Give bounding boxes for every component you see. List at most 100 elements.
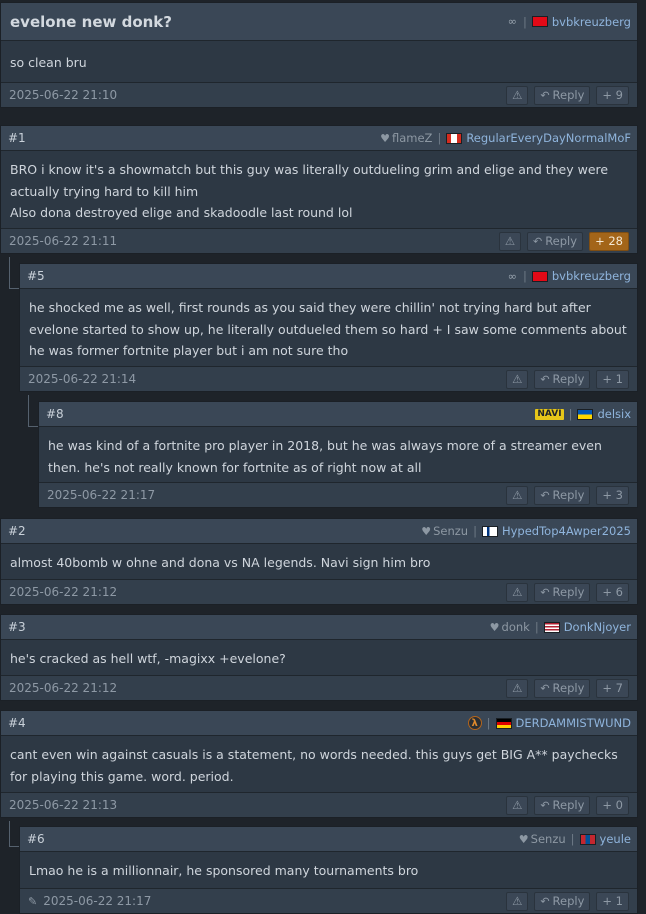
post-footer: 2025-06-22 21:12 ⚠ ↶ Reply + 7	[1, 675, 637, 700]
reply-icon: ↶	[540, 372, 550, 386]
post-footer: 2025-06-22 21:10 ⚠ ↶ Reply + 9	[1, 82, 637, 107]
author-link[interactable]: delsix	[597, 407, 631, 421]
reply-icon: ↶	[532, 234, 543, 248]
report-button[interactable]: ⚠	[506, 891, 529, 911]
report-button[interactable]: ⚠	[506, 795, 529, 815]
report-button[interactable]: ⚠	[506, 485, 529, 505]
topic-header: evelone new donk? ∞ | bvbkreuzberg	[1, 3, 637, 41]
post-6: #6 ♥ Senzu | yeule Lmao he is a millionn…	[19, 826, 638, 914]
report-button[interactable]: ⚠	[506, 582, 529, 602]
author-link[interactable]: DonkNjoyer	[564, 620, 631, 634]
post-5: #5 ∞ | bvbkreuzberg he shocked me as wel…	[19, 263, 638, 392]
thread-connector	[9, 257, 19, 289]
reply-button[interactable]: ↶ Reply	[534, 795, 591, 815]
post-footer: 2025-06-22 21:14 ⚠ ↶ Reply + 1	[20, 366, 637, 391]
post-date: 2025-06-22 21:12	[9, 585, 118, 599]
post-number[interactable]: #2	[8, 524, 26, 538]
warning-icon: ⚠	[512, 585, 523, 599]
frag-button[interactable]: + 3	[596, 485, 629, 505]
frag-button[interactable]: + 0	[596, 795, 629, 815]
reply-icon: ↶	[540, 894, 550, 908]
flag-us-ca-icon	[446, 132, 463, 144]
reply-button[interactable]: ↶ Reply	[534, 485, 591, 505]
post-number[interactable]: #3	[8, 620, 26, 634]
post-body: he was kind of a fortnite pro player in …	[48, 438, 602, 475]
infinity-icon: ∞	[507, 15, 517, 28]
topic-body: so clean bru	[10, 55, 87, 70]
frag-button[interactable]: + 7	[596, 678, 629, 698]
warning-icon: ⚠	[512, 488, 523, 502]
heart-icon: ♥	[380, 131, 390, 145]
frag-button[interactable]: + 1	[596, 891, 629, 911]
thread-connector	[28, 395, 38, 427]
warning-icon: ⚠	[512, 372, 523, 386]
favorite-player: Senzu	[530, 832, 566, 846]
frag-button[interactable]: + 6	[596, 582, 629, 602]
report-button[interactable]: ⚠	[506, 369, 529, 389]
report-button[interactable]: ⚠	[498, 231, 521, 251]
flag-tr-icon	[531, 16, 548, 27]
topic-post: evelone new donk? ∞ | bvbkreuzberg so cl…	[0, 2, 638, 108]
frag-button[interactable]: + 9	[596, 85, 629, 105]
reply-button[interactable]: ↶ Reply	[526, 231, 584, 251]
reply-icon: ↶	[540, 585, 550, 599]
post-footer: 2025-06-22 21:12 ⚠ ↶ Reply + 6	[1, 579, 637, 604]
reply-button[interactable]: ↶ Reply	[534, 582, 591, 602]
post-body: Lmao he is a millionnair, he sponsored m…	[29, 863, 419, 878]
report-button[interactable]: ⚠	[506, 678, 529, 698]
post-date: 2025-06-22 21:17	[47, 488, 156, 502]
post-number[interactable]: #1	[8, 131, 26, 145]
heart-icon: ♥	[421, 524, 432, 538]
reply-button[interactable]: ↶ Reply	[534, 891, 591, 911]
warning-icon: ⚠	[512, 88, 523, 102]
heart-icon: ♥	[489, 620, 500, 634]
post-number[interactable]: #6	[27, 832, 45, 846]
reply-button[interactable]: ↶ Reply	[534, 678, 591, 698]
warning-icon: ⚠	[512, 681, 523, 695]
flag-tr-icon	[531, 270, 548, 282]
author-link[interactable]: bvbkreuzberg	[552, 15, 631, 29]
flag-us-icon	[543, 621, 560, 633]
frag-button[interactable]: + 28	[589, 231, 629, 251]
post-number[interactable]: #8	[46, 407, 64, 421]
frag-button[interactable]: + 1	[596, 369, 629, 389]
author-link[interactable]: RegularEveryDayNormalMoF	[466, 131, 631, 145]
post-4: #4 λ | DERDAMMISTWUND cant even win agai…	[0, 710, 638, 818]
post-header: #3 ♥ donk | DonkNjoyer	[1, 615, 637, 640]
post-8: #8 NAVI | delsix he was kind of a fortni…	[38, 401, 638, 508]
author-link[interactable]: DERDAMMISTWUND	[516, 716, 631, 730]
heart-icon: ♥	[518, 832, 529, 846]
post-header: #6 ♥ Senzu | yeule	[20, 827, 637, 852]
reply-button[interactable]: ↶ Reply	[534, 85, 591, 105]
post-body: he shocked me as well, first rounds as y…	[29, 300, 627, 358]
author-link[interactable]: bvbkreuzberg	[552, 269, 631, 283]
favorite-player: donk	[501, 620, 530, 634]
reply-icon: ↶	[540, 88, 550, 102]
post-2: #2 ♥ Senzu | HypedTop4Awper2025 almost 4…	[0, 518, 638, 605]
post-number[interactable]: #5	[27, 269, 45, 283]
post-date: 2025-06-22 21:14	[28, 372, 137, 386]
report-button[interactable]: ⚠	[506, 85, 529, 105]
post-number[interactable]: #4	[8, 716, 26, 730]
post-date: 2025-06-22 21:11	[9, 234, 118, 248]
post-header: #5 ∞ | bvbkreuzberg	[20, 264, 637, 289]
post-footer: 2025-06-22 21:11 ⚠ ↶ Reply + 28	[1, 228, 637, 253]
reply-icon: ↶	[540, 681, 550, 695]
post-date: 2025-06-22 21:12	[9, 681, 118, 695]
post-date: 2025-06-22 21:13	[9, 798, 118, 812]
flag-fi-icon	[481, 525, 498, 537]
favorite-player: Senzu	[433, 524, 469, 538]
author-link[interactable]: HypedTop4Awper2025	[502, 524, 631, 538]
half-life-lambda-icon: λ	[467, 716, 482, 730]
flag-de-icon	[495, 717, 512, 729]
author-link[interactable]: yeule	[600, 832, 631, 846]
reply-icon: ↶	[540, 488, 550, 502]
post-header: #4 λ | DERDAMMISTWUND	[1, 711, 637, 736]
post-header: #2 ♥ Senzu | HypedTop4Awper2025	[1, 519, 637, 544]
pencil-icon: ✎	[28, 894, 38, 908]
post-footer: ✎ 2025-06-22 21:17 ⚠ ↶ Reply + 1	[20, 888, 637, 913]
reply-icon: ↶	[540, 798, 550, 812]
reply-button[interactable]: ↶ Reply	[534, 369, 591, 389]
favorite-player: flameZ	[391, 131, 433, 145]
post-3: #3 ♥ donk | DonkNjoyer he's cracked as h…	[0, 614, 638, 701]
